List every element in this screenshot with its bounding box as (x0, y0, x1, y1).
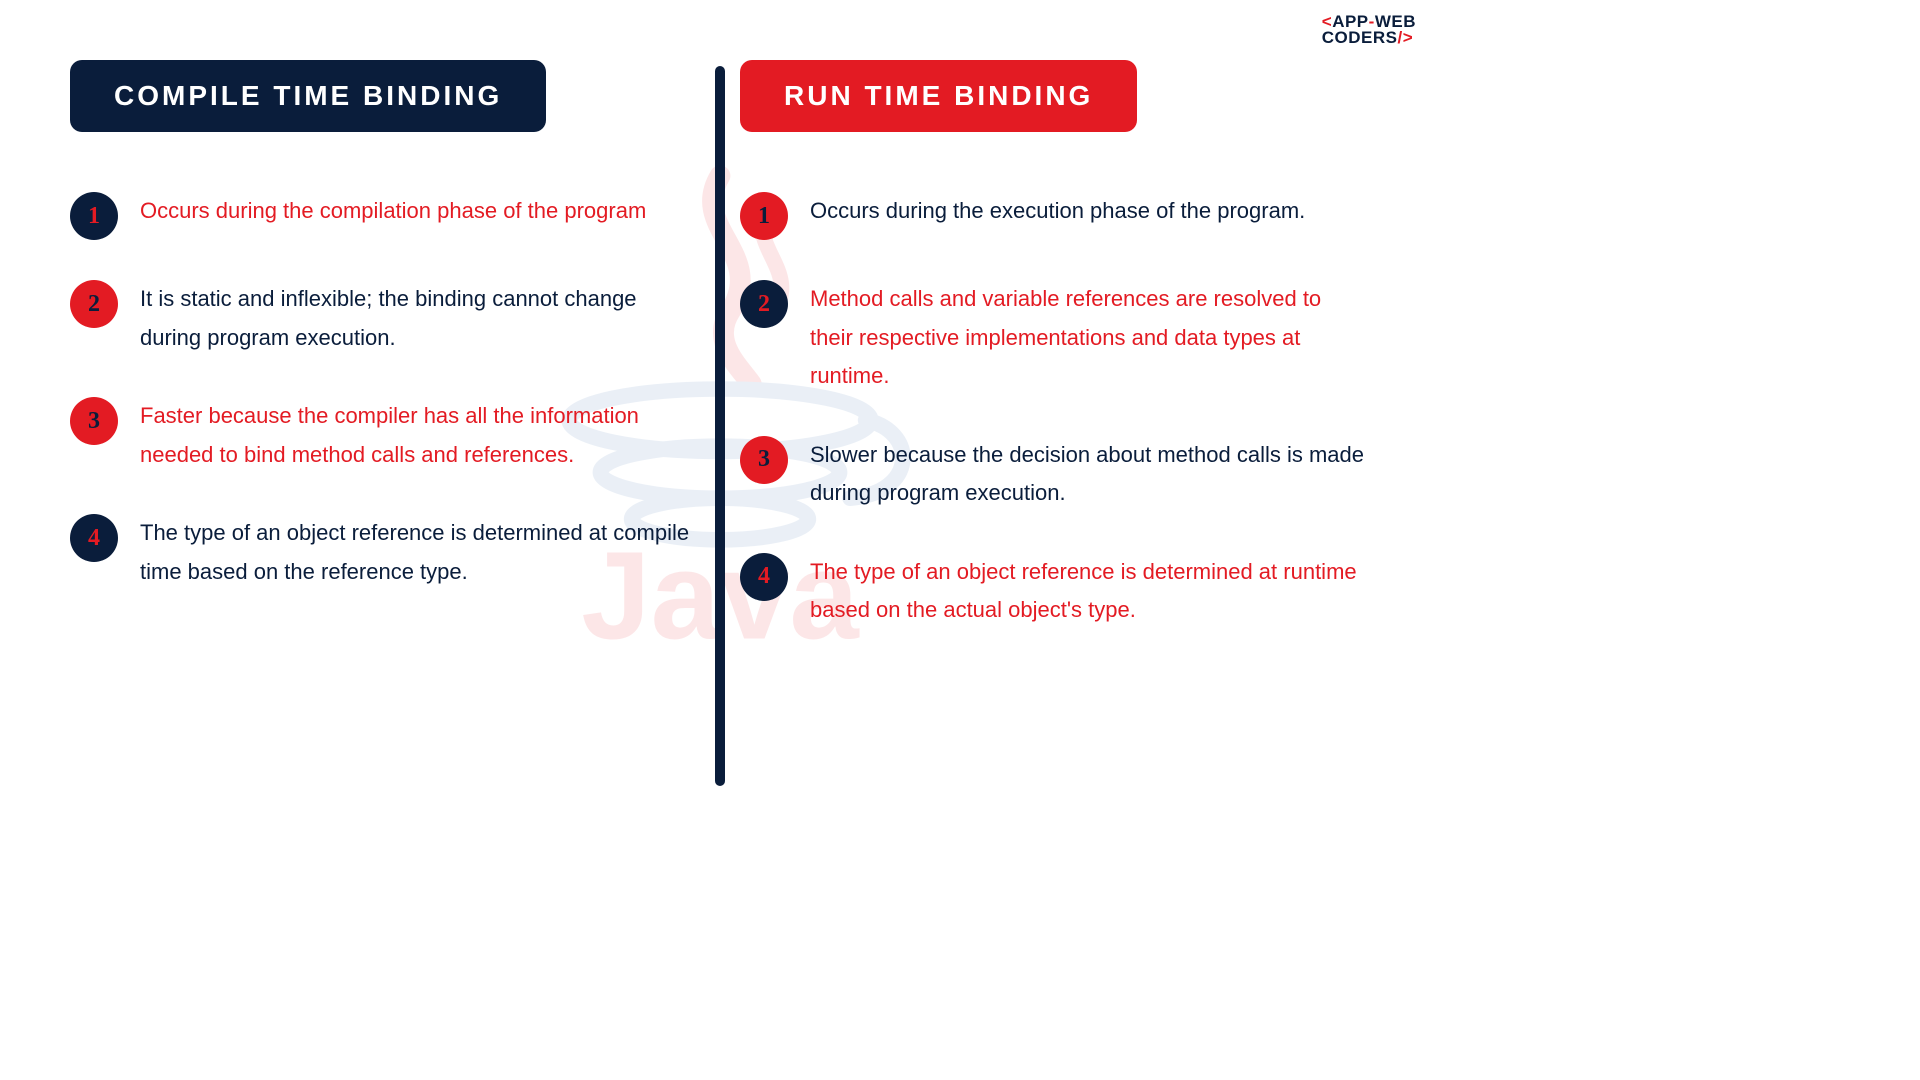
item-number-badge: 3 (740, 436, 788, 484)
list-item: 2 Method calls and variable references a… (740, 280, 1380, 396)
item-number-badge: 2 (740, 280, 788, 328)
item-text: Slower because the decision about method… (810, 436, 1370, 513)
item-text: The type of an object reference is deter… (140, 514, 700, 591)
right-column: RUN TIME BINDING 1 Occurs during the exe… (740, 60, 1380, 670)
left-items: 1 Occurs during the compilation phase of… (70, 192, 710, 591)
diagram-canvas: Java <APP-WEB CODERS/> COMPILE TIME BIND… (0, 0, 1440, 810)
brand-logo: <APP-WEB CODERS/> (1322, 12, 1416, 48)
item-number-badge: 4 (740, 553, 788, 601)
item-text: Faster because the compiler has all the … (140, 397, 700, 474)
item-text: Occurs during the compilation phase of t… (140, 192, 646, 231)
item-text: It is static and inflexible; the binding… (140, 280, 700, 357)
list-item: 3 Faster because the compiler has all th… (70, 397, 710, 474)
item-text: Occurs during the execution phase of the… (810, 192, 1305, 231)
right-title-pill: RUN TIME BINDING (740, 60, 1137, 132)
item-text: Method calls and variable references are… (810, 280, 1370, 396)
item-text: The type of an object reference is deter… (810, 553, 1370, 630)
item-number-badge: 1 (70, 192, 118, 240)
list-item: 4 The type of an object reference is det… (70, 514, 710, 591)
item-number-badge: 1 (740, 192, 788, 240)
list-item: 4 The type of an object reference is det… (740, 553, 1380, 630)
item-number-badge: 3 (70, 397, 118, 445)
brand-gt-icon: > (1403, 28, 1413, 47)
list-item: 1 Occurs during the compilation phase of… (70, 192, 710, 240)
left-column: COMPILE TIME BINDING 1 Occurs during the… (70, 60, 710, 631)
item-number-badge: 2 (70, 280, 118, 328)
item-number-badge: 4 (70, 514, 118, 562)
left-title-pill: COMPILE TIME BINDING (70, 60, 546, 132)
right-items: 1 Occurs during the execution phase of t… (740, 192, 1380, 630)
list-item: 2 It is static and inflexible; the bindi… (70, 280, 710, 357)
center-divider (715, 66, 725, 786)
list-item: 3 Slower because the decision about meth… (740, 436, 1380, 513)
list-item: 1 Occurs during the execution phase of t… (740, 192, 1380, 240)
